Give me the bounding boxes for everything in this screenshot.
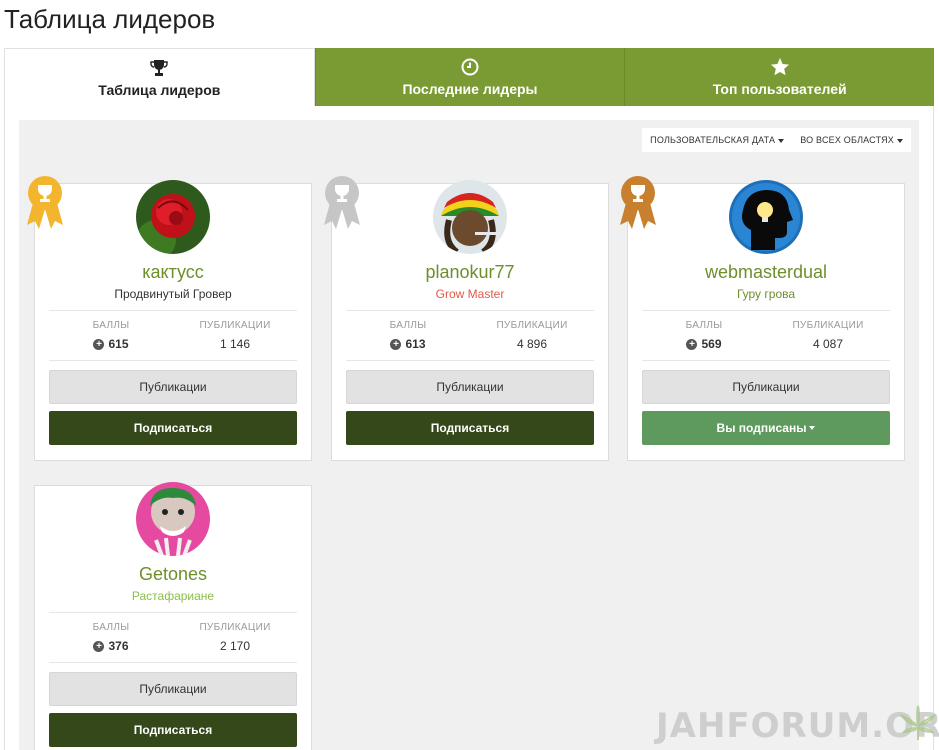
points-value: 613 bbox=[405, 337, 426, 351]
follow-button[interactable]: Подписаться bbox=[346, 411, 594, 445]
divider bbox=[346, 310, 594, 311]
divider bbox=[49, 612, 297, 613]
tab-label: Последние лидеры bbox=[402, 81, 538, 97]
caret-down-icon bbox=[897, 138, 903, 143]
points-value: 376 bbox=[108, 639, 129, 653]
bronze-award-ribbon-icon bbox=[620, 176, 656, 229]
user-stats: Баллы +569 Публикации 4 087 bbox=[642, 320, 890, 351]
posts-label: Публикации bbox=[792, 320, 864, 331]
posts-value: 4 087 bbox=[812, 337, 844, 351]
points-label: Баллы bbox=[685, 320, 723, 331]
avatar[interactable] bbox=[136, 180, 210, 254]
avatar[interactable] bbox=[729, 180, 803, 254]
plus-circle-icon: + bbox=[390, 338, 402, 350]
tab-label: Таблица лидеров bbox=[98, 81, 221, 98]
posts-button[interactable]: Публикации bbox=[49, 370, 297, 404]
avatar[interactable] bbox=[433, 180, 507, 254]
leader-card: webmasterdual Гуру грова Баллы +569 Публ… bbox=[620, 176, 905, 461]
date-filter-dropdown[interactable]: Пользовательская дата bbox=[642, 135, 792, 145]
points-value: 569 bbox=[701, 337, 722, 351]
points-label: Баллы bbox=[92, 622, 130, 633]
plus-circle-icon: + bbox=[93, 640, 105, 652]
posts-value: 4 896 bbox=[516, 337, 548, 351]
divider bbox=[642, 310, 890, 311]
site-watermark: JAHFORUM.ORG bbox=[656, 706, 939, 746]
page-title: Таблица лидеров bbox=[4, 4, 216, 34]
leaderboard-area: Пользовательская дата Во всех областях к… bbox=[19, 120, 919, 750]
caret-down-icon bbox=[809, 426, 816, 430]
user-rank: Grow Master bbox=[435, 287, 505, 301]
points-label: Баллы bbox=[389, 320, 427, 331]
filter-bar: Пользовательская дата Во всех областях bbox=[642, 128, 911, 152]
divider bbox=[49, 360, 297, 361]
posts-label: Публикации bbox=[199, 320, 271, 331]
clock-icon bbox=[461, 57, 479, 77]
posts-value: 1 146 bbox=[219, 337, 251, 351]
tab-label: Топ пользователей bbox=[712, 81, 847, 97]
points-value: 615 bbox=[108, 337, 129, 351]
posts-value: 2 170 bbox=[219, 639, 251, 653]
cannabis-leaf-icon bbox=[899, 705, 937, 740]
gold-award-ribbon-icon bbox=[27, 176, 63, 229]
area-filter-dropdown[interactable]: Во всех областях bbox=[792, 135, 911, 145]
user-stats: Баллы +613 Публикации 4 896 bbox=[346, 320, 594, 351]
follow-button[interactable]: Подписаться bbox=[49, 713, 297, 747]
leader-card: Getones Растафариане Баллы +376 Публикац… bbox=[34, 482, 312, 750]
star-icon bbox=[770, 57, 790, 77]
posts-button[interactable]: Публикации bbox=[346, 370, 594, 404]
caret-down-icon bbox=[778, 138, 785, 143]
plus-circle-icon: + bbox=[686, 338, 698, 350]
posts-label: Публикации bbox=[496, 320, 568, 331]
following-label: Вы подписаны bbox=[716, 421, 807, 435]
trophy-icon bbox=[150, 58, 169, 78]
posts-button[interactable]: Публикации bbox=[642, 370, 890, 404]
points-label: Баллы bbox=[92, 320, 130, 331]
username-link[interactable]: кактусс bbox=[35, 262, 311, 283]
divider bbox=[346, 360, 594, 361]
avatar[interactable] bbox=[136, 482, 210, 556]
plus-circle-icon: + bbox=[93, 338, 105, 350]
tab-recent-leaders[interactable]: Последние лидеры bbox=[314, 48, 625, 106]
tab-top-users[interactable]: Топ пользователей bbox=[624, 48, 935, 106]
user-rank: Гуру грова bbox=[736, 287, 796, 301]
user-stats: Баллы +615 Публикации 1 146 bbox=[49, 320, 297, 351]
divider bbox=[49, 662, 297, 663]
leaderboard-tabs: Таблица лидеров Последние лидеры Топ пол… bbox=[4, 48, 935, 106]
leaderboard-panel: Пользовательская дата Во всех областях к… bbox=[4, 106, 934, 750]
posts-label: Публикации bbox=[199, 622, 271, 633]
follow-button[interactable]: Подписаться bbox=[49, 411, 297, 445]
posts-button[interactable]: Публикации bbox=[49, 672, 297, 706]
username-link[interactable]: planokur77 bbox=[332, 262, 608, 283]
user-rank: Продвинутый Гровер bbox=[114, 287, 232, 301]
username-link[interactable]: webmasterdual bbox=[628, 262, 904, 283]
following-dropdown-button[interactable]: Вы подписаны bbox=[642, 411, 890, 445]
silver-award-ribbon-icon bbox=[324, 176, 360, 229]
user-rank: Растафариане bbox=[131, 589, 215, 603]
divider bbox=[49, 310, 297, 311]
leader-card: planokur77 Grow Master Баллы +613 Публик… bbox=[324, 176, 609, 461]
leader-card: кактусс Продвинутый Гровер Баллы +615 Пу… bbox=[27, 176, 312, 461]
user-stats: Баллы +376 Публикации 2 170 bbox=[49, 622, 297, 653]
tab-leaderboard[interactable]: Таблица лидеров bbox=[4, 48, 315, 106]
username-link[interactable]: Getones bbox=[35, 564, 311, 585]
divider bbox=[642, 360, 890, 361]
